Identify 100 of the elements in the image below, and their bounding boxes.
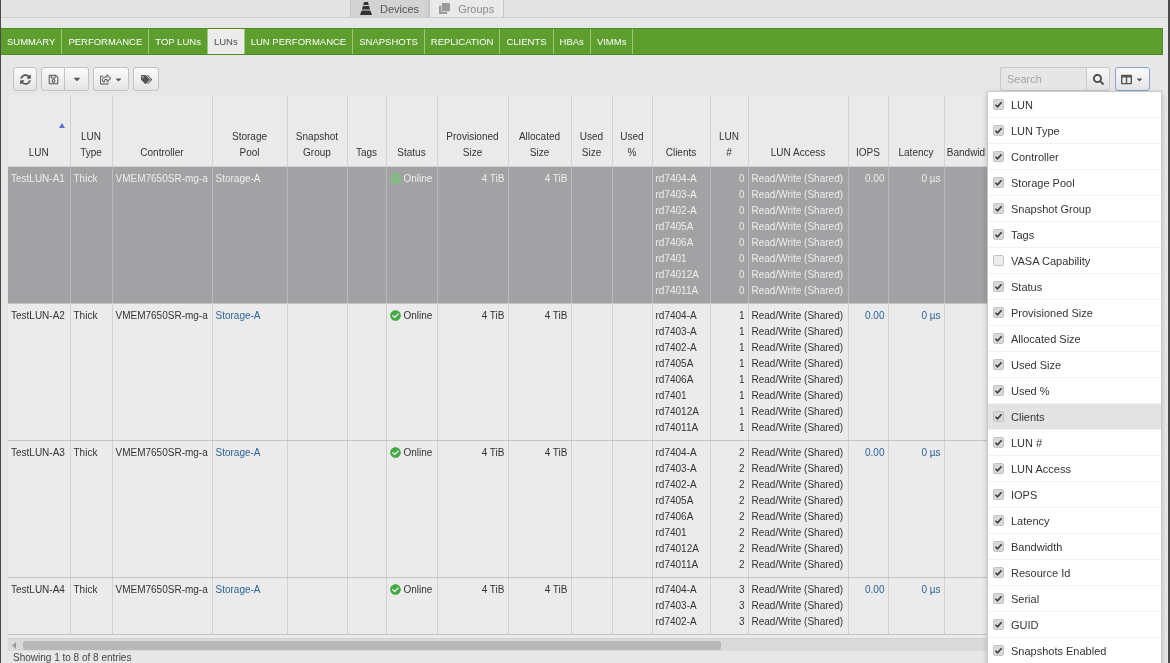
menu-item[interactable]: Serial	[988, 586, 1161, 612]
menu-item[interactable]: IOPS	[988, 482, 1161, 508]
table-cell: 4 TiB	[437, 577, 508, 634]
checkbox[interactable]	[993, 541, 1004, 552]
checkbox[interactable]	[993, 515, 1004, 526]
checkbox[interactable]	[993, 411, 1004, 422]
menu-item[interactable]: Provisioned Size	[988, 300, 1161, 326]
checkbox[interactable]	[993, 281, 1004, 292]
checkbox[interactable]	[993, 619, 1004, 630]
menu-item[interactable]: Snapshots Enabled	[988, 638, 1161, 663]
checkbox[interactable]	[993, 385, 1004, 396]
column-header[interactable]: Used %	[612, 95, 652, 166]
menu-item[interactable]: LUN #	[988, 430, 1161, 456]
latency-link[interactable]: 0 µs	[921, 446, 941, 458]
column-header[interactable]: Clients	[652, 95, 710, 166]
column-header[interactable]: Storage Pool	[212, 95, 287, 166]
column-header[interactable]: LUN Type	[70, 95, 112, 166]
iops-link[interactable]: 0.00	[865, 309, 885, 321]
checkbox[interactable]	[993, 177, 1004, 188]
menu-item[interactable]: Status	[988, 274, 1161, 300]
iops-link[interactable]: 0.00	[865, 583, 885, 595]
menu-item[interactable]: Used Size	[988, 352, 1161, 378]
checkbox[interactable]	[993, 229, 1004, 240]
column-header[interactable]: Status	[386, 95, 437, 166]
nav-tab[interactable]: LUNs	[207, 29, 245, 54]
checkbox[interactable]	[993, 359, 1004, 370]
checkbox[interactable]	[993, 307, 1004, 318]
menu-item[interactable]: Snapshot Group	[988, 196, 1161, 222]
column-header[interactable]: LUN Access	[748, 95, 848, 166]
top-tab[interactable]: Devices	[350, 0, 430, 17]
lun-number: 1	[737, 388, 745, 403]
lun-number: 1	[737, 372, 745, 387]
menu-item[interactable]: Allocated Size	[988, 326, 1161, 352]
column-header[interactable]: Provisioned Size	[437, 95, 508, 166]
tag-button[interactable]	[133, 67, 159, 91]
column-header[interactable]: Used Size	[571, 95, 612, 166]
column-header[interactable]: Controller	[112, 95, 212, 166]
scrollbar-thumb[interactable]	[23, 640, 721, 650]
menu-item[interactable]: LUN Access	[988, 456, 1161, 482]
table-row[interactable]	[8, 303, 988, 440]
checkbox[interactable]	[993, 463, 1004, 474]
horizontal-scrollbar[interactable]	[8, 638, 988, 651]
search-button[interactable]	[1086, 67, 1110, 91]
checkbox[interactable]	[993, 437, 1004, 448]
save-button[interactable]	[41, 67, 65, 91]
column-header[interactable]: LUN #	[710, 95, 748, 166]
latency-link[interactable]: 0 µs	[921, 583, 941, 595]
lun-number: 3	[737, 598, 745, 613]
lun-number: 2	[737, 461, 745, 476]
lun-number: 2	[737, 557, 745, 572]
column-header[interactable]: Latency	[888, 95, 944, 166]
checkbox[interactable]	[993, 203, 1004, 214]
access-mode: Read/Write (Shared)	[751, 388, 845, 403]
menu-item[interactable]: Clients	[988, 404, 1161, 430]
latency-link[interactable]: 0 µs	[921, 309, 941, 321]
checkbox[interactable]	[993, 593, 1004, 604]
client-name: rd7405A	[655, 493, 695, 508]
column-header[interactable]: LUN	[8, 95, 70, 166]
menu-item[interactable]: Storage Pool	[988, 170, 1161, 196]
table-row[interactable]: TestLUN-A4 Thick VMEM7650SR-mg-a Storage-A Online 4 TiB 4 TiB rd7404-A rd7403-A rd7402-A 3 3 3 Read/Write (Shared) Read/Write (Shared) Read/Write (Shared) 0.00 0 µs	[8, 577, 988, 634]
checkbox[interactable]	[993, 645, 1004, 656]
status-text: Online	[403, 308, 433, 323]
column-header[interactable]: Bandwid	[944, 95, 988, 166]
checkbox[interactable]	[993, 255, 1004, 266]
checkbox[interactable]	[993, 489, 1004, 500]
lun-number: 0	[737, 251, 745, 266]
storage-pool-link[interactable]: Storage-A	[215, 583, 261, 595]
menu-item[interactable]: LUN Type	[988, 118, 1161, 144]
column-header[interactable]: IOPS	[848, 95, 888, 166]
checkbox[interactable]	[993, 151, 1004, 162]
column-header[interactable]: Snapshot Group	[287, 95, 347, 166]
menu-item[interactable]: Tags	[988, 222, 1161, 248]
checkbox[interactable]	[993, 99, 1004, 110]
menu-item[interactable]: GUID	[988, 612, 1161, 638]
menu-item[interactable]: Resource Id	[988, 560, 1161, 586]
iops-link[interactable]: 0.00	[865, 446, 885, 458]
column-header[interactable]: Allocated Size	[508, 95, 571, 166]
checkbox[interactable]	[993, 333, 1004, 344]
menu-item[interactable]: LUN	[988, 92, 1161, 118]
client-name: rd7402-A	[655, 614, 698, 629]
checkbox[interactable]	[993, 567, 1004, 578]
refresh-button[interactable]	[13, 67, 37, 91]
columns-button[interactable]	[1115, 67, 1150, 91]
menu-item[interactable]: Latency	[988, 508, 1161, 534]
menu-item-label: Snapshot Group	[1011, 202, 1092, 215]
menu-item[interactable]: Used %	[988, 378, 1161, 404]
export-button[interactable]	[93, 67, 129, 91]
lun-number: 3	[737, 582, 745, 597]
search-field[interactable]: Search	[1000, 67, 1086, 91]
menu-item[interactable]: VASA Capability	[988, 248, 1161, 274]
checkbox[interactable]	[993, 125, 1004, 136]
menu-item[interactable]: Bandwidth	[988, 534, 1161, 560]
storage-pool-link[interactable]: Storage-A	[215, 309, 261, 321]
menu-item[interactable]: Controller	[988, 144, 1161, 170]
storage-pool-link[interactable]: Storage-A	[215, 446, 261, 458]
column-header[interactable]: Tags	[347, 95, 386, 166]
lun-number: 2	[737, 493, 745, 508]
client-name: rd7405A	[655, 356, 695, 371]
table-row[interactable]	[8, 440, 988, 577]
lun-number: 0	[737, 171, 745, 186]
